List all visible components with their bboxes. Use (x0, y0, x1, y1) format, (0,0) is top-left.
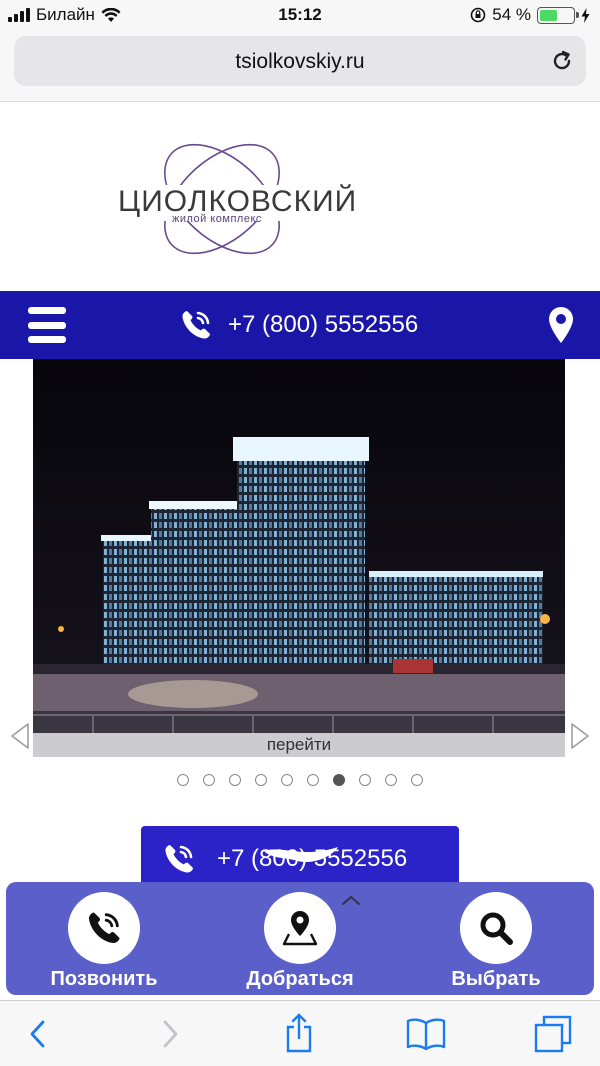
action-call-circle (68, 892, 140, 964)
action-directions-label: Добраться (246, 968, 354, 990)
slider-dot[interactable] (255, 774, 267, 786)
map-pin-icon (282, 911, 318, 946)
phone-call-icon (165, 845, 193, 873)
search-icon (480, 912, 513, 945)
status-bar: Билайн 15:12 54 % (0, 0, 600, 30)
browser-toolbar (0, 1000, 600, 1066)
building-photo (33, 359, 565, 757)
slider-dot[interactable] (359, 774, 371, 786)
phone-icon (88, 912, 120, 944)
slider-dot[interactable] (411, 774, 423, 786)
logo-subtitle: жилой комплекс (172, 213, 262, 225)
url-text[interactable]: tsiolkovskiy.ru (14, 50, 586, 74)
header-phone-number: +7 (800) 5552556 (228, 311, 419, 338)
slider-dot[interactable] (229, 774, 241, 786)
photo-slider[interactable]: перейти (33, 359, 565, 757)
rotation-lock-icon (470, 7, 486, 23)
action-choose-label: Выбрать (451, 968, 541, 990)
action-directions[interactable]: Добраться (202, 882, 398, 995)
slider-dot[interactable] (177, 774, 189, 786)
slider-dot[interactable] (333, 774, 345, 786)
battery-icon (537, 6, 579, 24)
quick-actions-panel: Позвонить Добраться Выбрать (6, 882, 594, 995)
site-header: +7 (800) 5552556 (0, 291, 600, 359)
charging-icon (581, 7, 590, 23)
address-bar-area: tsiolkovskiy.ru (0, 30, 600, 102)
slider-dot[interactable] (385, 774, 397, 786)
phone-call-icon (182, 311, 210, 339)
logo-area: ЦИОЛКОВСКИЙ жилой комплекс (0, 103, 600, 291)
action-choose[interactable]: Выбрать (398, 882, 594, 995)
slider-next-arrow-icon[interactable] (569, 722, 591, 750)
forward-icon[interactable] (160, 1019, 180, 1049)
back-icon[interactable] (28, 1019, 48, 1049)
action-choose-circle (460, 892, 532, 964)
slider-dot[interactable] (281, 774, 293, 786)
location-pin-icon[interactable] (548, 306, 574, 344)
battery-percent: 54 % (492, 5, 531, 24)
reload-icon[interactable] (550, 49, 574, 73)
tabs-icon[interactable] (534, 1015, 572, 1053)
slider-pagination (0, 774, 600, 786)
slider-prev-arrow-icon[interactable] (9, 722, 31, 750)
action-call[interactable]: Позвонить (6, 882, 202, 995)
decorative-swoosh (264, 847, 338, 863)
slider-dot[interactable] (203, 774, 215, 786)
action-call-label: Позвонить (50, 968, 158, 990)
share-icon[interactable] (284, 1013, 314, 1053)
slide-link[interactable]: перейти (33, 733, 565, 757)
bookmarks-icon[interactable] (406, 1017, 446, 1051)
address-bar[interactable]: tsiolkovskiy.ru (14, 36, 586, 86)
slider-dot[interactable] (307, 774, 319, 786)
menu-icon[interactable] (28, 307, 66, 343)
status-right: 54 % (470, 5, 590, 25)
chevron-up-icon[interactable] (340, 893, 362, 907)
action-directions-circle (264, 892, 336, 964)
header-phone-link[interactable]: +7 (800) 5552556 (178, 307, 418, 343)
